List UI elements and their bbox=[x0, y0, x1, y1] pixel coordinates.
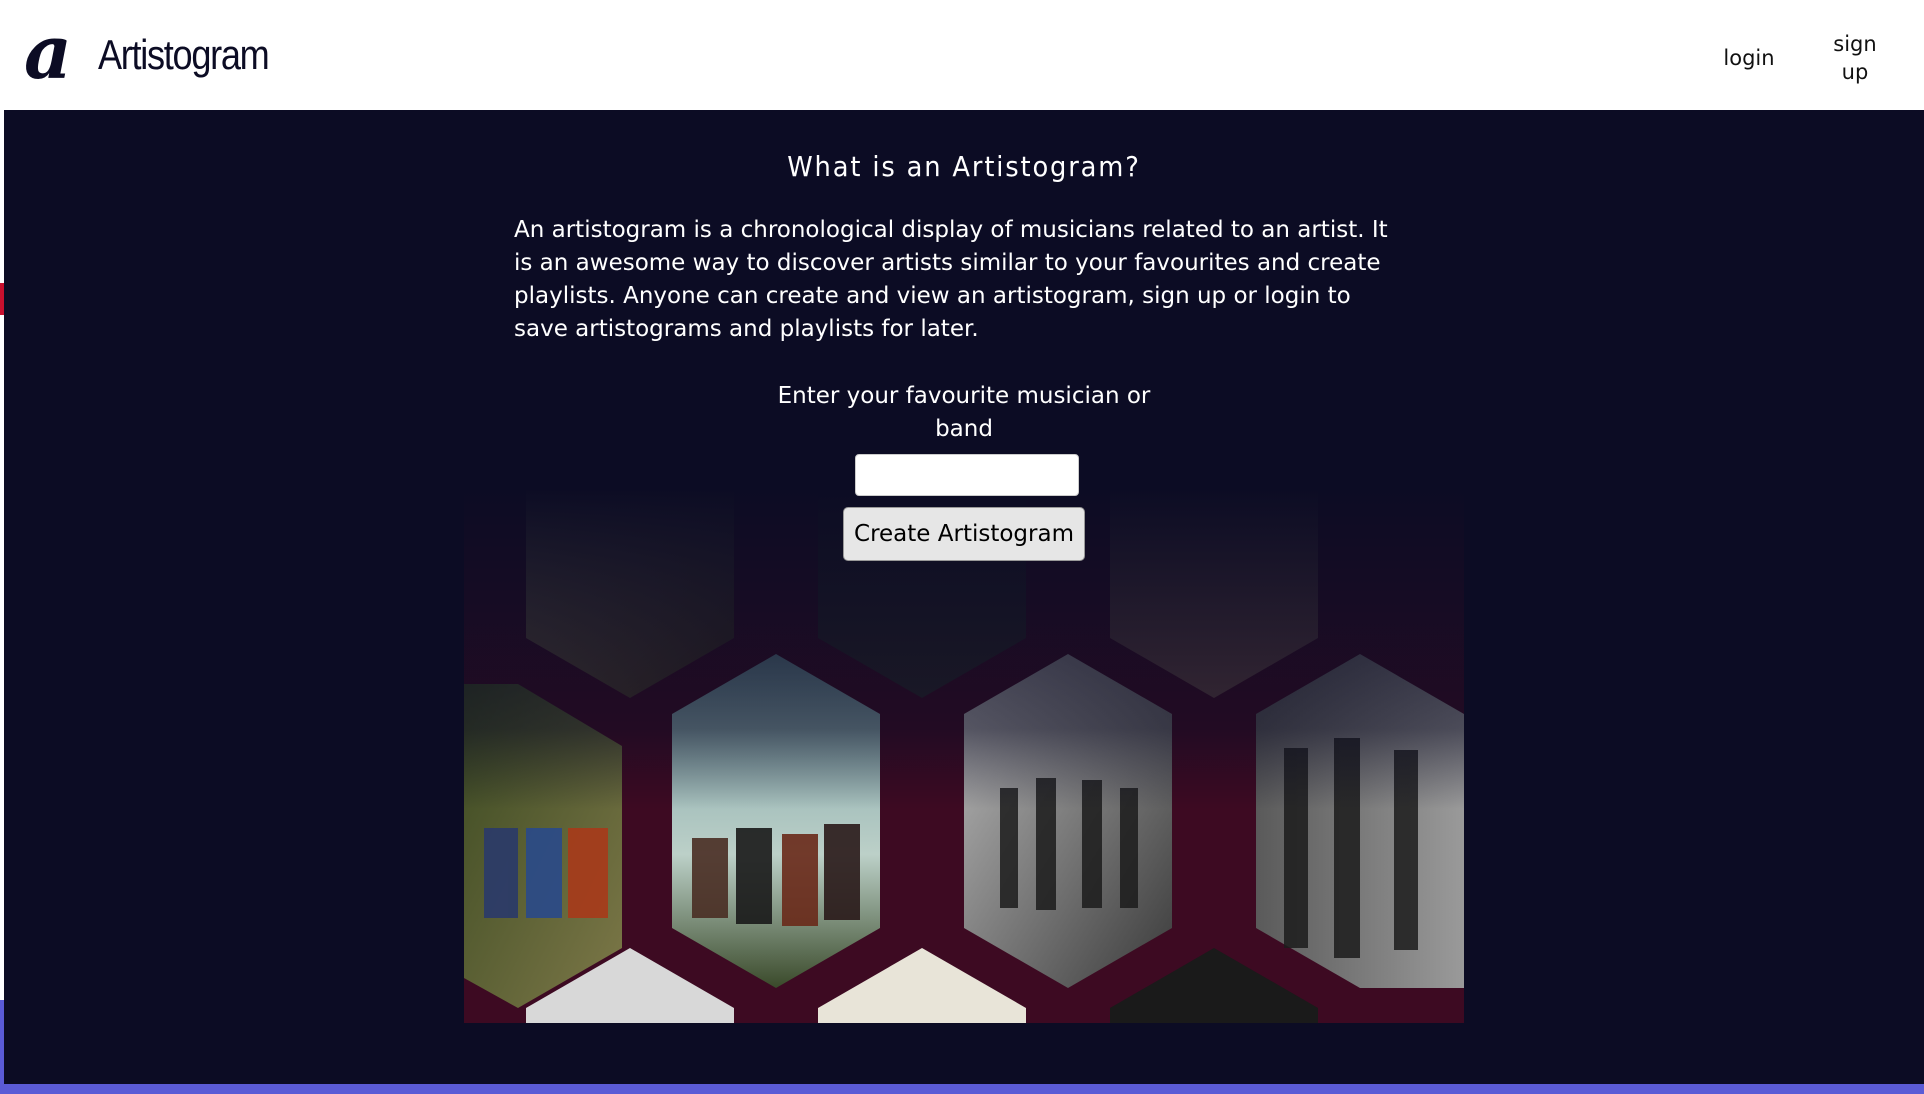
create-artistogram-button[interactable]: Create Artistogram bbox=[843, 507, 1085, 561]
band-collage-image bbox=[464, 488, 1464, 1023]
site-header: a Artistogram login sign up bbox=[0, 0, 1924, 110]
artist-search-input[interactable] bbox=[855, 454, 1079, 496]
home-logo-link[interactable]: a Artistogram bbox=[22, 22, 296, 88]
artist-prompt-label: Enter your favourite musician or band bbox=[777, 383, 1151, 442]
left-accent-bar bbox=[0, 1000, 4, 1094]
logo-a-icon: a bbox=[24, 22, 72, 88]
bottom-accent-bar bbox=[0, 1084, 1924, 1094]
sign-up-link[interactable]: sign up bbox=[1822, 30, 1888, 86]
login-link[interactable]: login bbox=[1716, 44, 1782, 72]
intro-description: An artistogram is a chronological displa… bbox=[514, 217, 1388, 342]
page: a Artistogram login sign up What is an A… bbox=[0, 0, 1924, 1094]
page-title: What is an Artistogram? bbox=[787, 150, 1141, 183]
logo-text: Artistogram bbox=[98, 31, 270, 78]
main-panel: What is an Artistogram? An artistogram i… bbox=[4, 110, 1924, 1084]
svg-text:a: a bbox=[24, 22, 72, 88]
left-edge-marker bbox=[0, 283, 4, 315]
